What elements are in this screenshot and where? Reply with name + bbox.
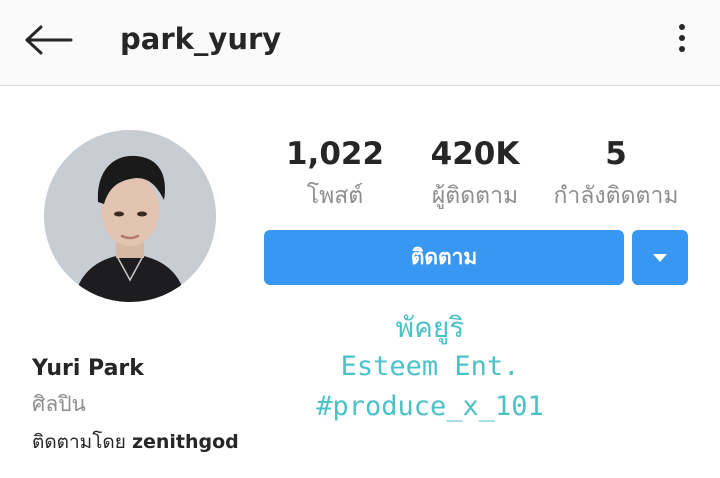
suggested-accounts-dropdown-button[interactable] (632, 230, 688, 285)
profile-username: park_yury (120, 22, 282, 56)
stat-value: 1,022 (285, 136, 385, 172)
follow-button[interactable]: ติดตาม (264, 230, 624, 285)
caret-down-icon (653, 253, 667, 262)
followed-by-user[interactable]: zenithgod (132, 431, 239, 453)
more-vertical-icon (679, 35, 685, 41)
more-vertical-icon (679, 46, 685, 52)
profile-full-name: Yuri Park (32, 356, 144, 381)
stat-following[interactable]: 5 กำลังติดตาม (544, 134, 688, 212)
followed-by[interactable]: ติดตามโดย zenithgod (32, 427, 239, 457)
stat-followers[interactable]: 420K ผู้ติดตาม (420, 134, 530, 212)
more-options-button[interactable] (664, 18, 700, 58)
stat-label: ผู้ติดตาม (431, 183, 519, 209)
avatar[interactable] (44, 130, 216, 302)
bio-line-thai-name: พัคยูริ (395, 311, 465, 344)
bio-line-agency: Esteem Ent. (340, 351, 520, 382)
profile-photo (44, 130, 216, 302)
stat-label: โพสต์ (306, 183, 364, 209)
stat-value: 420K (430, 136, 520, 172)
stat-label: กำลังติดตาม (553, 183, 679, 209)
more-vertical-icon (679, 24, 685, 30)
back-button[interactable] (20, 18, 76, 62)
bio-line-hashtag[interactable]: #produce_x_101 (300, 387, 560, 427)
arrow-left-icon (25, 25, 73, 55)
stat-posts[interactable]: 1,022 โพสต์ (285, 134, 385, 212)
top-bar: park_yury (0, 0, 720, 86)
profile-category: ศิลปิน (32, 392, 86, 416)
followed-by-label: ติดตามโดย (32, 431, 126, 453)
stat-value: 5 (605, 136, 627, 172)
